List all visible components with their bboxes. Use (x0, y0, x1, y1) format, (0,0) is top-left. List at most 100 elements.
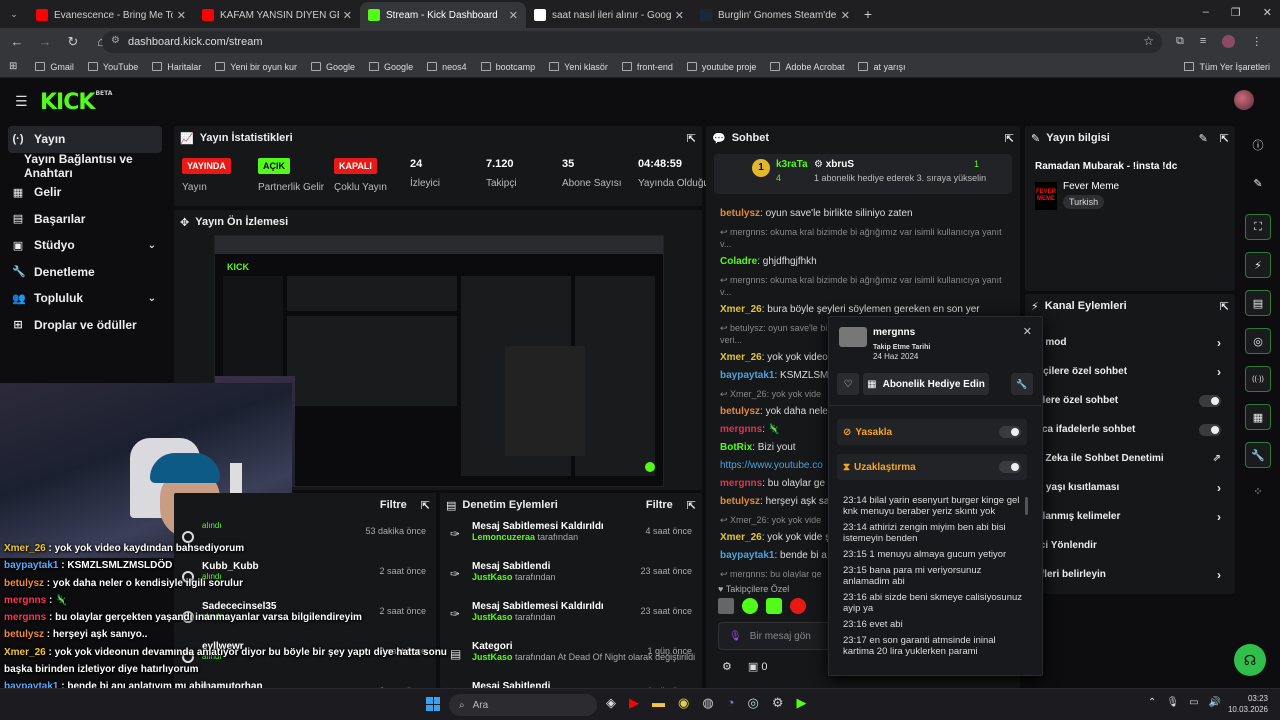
chat-message[interactable]: ↩ mergnns: okuma kral bizimde bi ağrığım… (706, 274, 1020, 298)
all-bookmarks[interactable]: Tüm Yer İşaretleri (1184, 62, 1270, 72)
new-tab-button[interactable]: + (858, 6, 878, 22)
forward-icon[interactable]: → (34, 34, 56, 50)
expand-icon[interactable]: ⛶ (1245, 214, 1271, 240)
sidebar-item[interactable]: (·) Yayın (8, 126, 162, 153)
user-card-name[interactable]: mergnns (873, 327, 915, 338)
category-thumbnail[interactable]: FEVER MEME (1035, 182, 1057, 210)
close-tab-icon[interactable]: ✕ (343, 9, 352, 22)
network-icon[interactable]: ▭ (1189, 697, 1198, 708)
steam-icon[interactable]: ◎ (748, 695, 759, 711)
browser-tab[interactable]: Burglin' Gnomes Steam'de ✕ (692, 2, 858, 28)
sidebar-item[interactable]: 👥 Topluluk ⌄ (0, 285, 170, 312)
bookmark-star-icon[interactable]: ☆ (1143, 34, 1154, 48)
emote[interactable] (790, 598, 806, 614)
mic-icon[interactable]: 🎙 (1166, 697, 1179, 708)
explorer-icon[interactable]: ▬ (652, 695, 665, 711)
chat-username[interactable]: betulysz (720, 406, 760, 417)
help-chat-icon[interactable]: ☊ (1234, 644, 1266, 676)
edit-icon[interactable]: ✎ (1199, 132, 1208, 145)
sidebar-item[interactable]: Yayın Bağlantısı ve Anahtarı (0, 152, 170, 180)
bookmark-item[interactable]: Google (311, 62, 355, 72)
apps-icon[interactable]: ⊞ (9, 61, 17, 72)
youtube-icon[interactable]: ▶ (629, 695, 639, 711)
bookmark-item[interactable]: Gmail (35, 62, 74, 72)
broadcast-icon[interactable]: ((·)) (1245, 366, 1271, 392)
sidebar-item[interactable]: ▤ Başarılar (0, 206, 170, 233)
mod-action-item[interactable]: ✑ Mesaj Sabitlemesi Kaldırıldı JustKaso ta… (440, 601, 702, 637)
bookmark-item[interactable]: Adobe Acrobat (770, 62, 844, 72)
close-tab-icon[interactable]: ✕ (675, 9, 684, 22)
chat-message[interactable]: ↩ mergnns: okuma kral bizimde bi ağrığım… (706, 226, 1020, 250)
settings-icon[interactable]: ⚙ (722, 660, 732, 673)
channel-action-item[interactable]: zca ifadelerle sohbet (1025, 415, 1235, 444)
category-name[interactable]: Fever Meme (1063, 181, 1119, 192)
volume-icon[interactable]: 🔊 (1209, 697, 1221, 708)
sidebar-item[interactable]: ▦ Gelir (0, 179, 170, 206)
hamburger-menu-icon[interactable]: ☰ (15, 93, 28, 110)
kick-logo[interactable]: KICKBETA (40, 90, 112, 115)
sidebar-item[interactable]: ▣ Stüdyo ⌄ (0, 232, 170, 259)
bookmark-item[interactable]: Google (369, 62, 413, 72)
kick-app-icon[interactable]: ▶ (797, 695, 807, 711)
emote-picker-icon[interactable]: 🎙 (729, 631, 742, 642)
extensions-icon[interactable]: ⧉ (1176, 35, 1184, 48)
reload-icon[interactable]: ↻ (62, 34, 84, 50)
toggle-switch[interactable] (1199, 394, 1221, 407)
close-tab-icon[interactable]: ✕ (509, 9, 518, 22)
close-window-icon[interactable]: ✕ (1263, 6, 1272, 19)
bookmark-item[interactable]: at yarışı (858, 62, 905, 72)
channel-action-item[interactable]: ş mod › (1025, 328, 1235, 357)
chat-username[interactable]: Xmer_26 (720, 532, 762, 543)
obs-icon[interactable]: ◍ (702, 695, 713, 711)
close-tab-icon[interactable]: ✕ (177, 9, 186, 22)
chat-username[interactable]: mergnns (720, 478, 762, 489)
bolt-icon[interactable]: ⚡ (1245, 252, 1271, 278)
scrollbar[interactable] (1025, 497, 1028, 515)
chat-username[interactable]: Xmer_26 (720, 352, 762, 363)
discord-icon[interactable]: ◔ (727, 695, 735, 711)
chat-username[interactable]: betulysz (720, 208, 760, 219)
chat-bubble-icon[interactable]: ◎ (1245, 328, 1271, 354)
camera-icon[interactable]: ▦ (1245, 404, 1271, 430)
wrench-icon[interactable]: 🔧 (1245, 442, 1271, 468)
chat-username[interactable]: baypaytak1 (720, 550, 774, 561)
bookmark-item[interactable]: Yeni bir oyun kur (215, 62, 297, 72)
emote[interactable] (718, 598, 734, 614)
channel-action-item[interactable]: rfleri belirleyin › (1025, 560, 1235, 589)
emote[interactable] (742, 598, 758, 614)
media-icon[interactable]: ≡ (1200, 35, 1206, 48)
chat-message[interactable]: Coladre: ghjdfhgjfhkh (706, 256, 1020, 268)
chat-username[interactable]: BotRix (720, 442, 752, 453)
ban-toggle[interactable] (999, 426, 1021, 438)
bookmark-item[interactable]: youtube proje (686, 62, 756, 72)
popout-icon[interactable]: ⇱ (687, 132, 696, 145)
bookmark-item[interactable]: front-end (621, 62, 673, 72)
task-view-icon[interactable]: ◈ (606, 695, 616, 711)
more-actions-button[interactable]: 🔧 (1011, 373, 1033, 395)
popout-icon[interactable]: ⇱ (421, 499, 430, 512)
bookmark-item[interactable]: YouTube (87, 62, 138, 72)
chat-message[interactable]: Xmer_26: bura böyle şeyleri söylemen ger… (706, 304, 1020, 316)
back-icon[interactable]: ← (6, 34, 28, 50)
browser-tab[interactable]: Evanescence - Bring Me To Life ✕ (28, 2, 194, 28)
settings-icon[interactable]: ⚙ (772, 695, 784, 711)
minimize-icon[interactable]: – (1203, 6, 1209, 19)
info-icon[interactable]: ⓘ (1245, 132, 1271, 158)
tray-overflow-icon[interactable]: ⌃ (1148, 697, 1156, 708)
mod-action-item[interactable]: ▤ Kategori JustKaso tarafından At Dead Of … (440, 641, 702, 677)
bookmark-item[interactable]: bootcamp (480, 62, 535, 72)
menu-icon[interactable]: ⋮ (1251, 35, 1262, 48)
document-icon[interactable]: ▤ (1245, 290, 1271, 316)
channel-action-item[interactable]: ici Yönlendir (1025, 531, 1235, 560)
chrome-icon[interactable]: ◉ (678, 695, 689, 711)
emote[interactable] (766, 598, 782, 614)
chat-username[interactable]: mergnns (720, 424, 762, 435)
chat-message[interactable]: betulysz: oyun save'le birlikte siliniyo… (706, 208, 1020, 220)
mod-action-item[interactable]: ✑ Mesaj Sabitlendi JustKaso tarafından 23 s… (440, 561, 702, 597)
mod-filter-button[interactable]: Filtre (646, 499, 673, 511)
bookmark-item[interactable]: Haritalar (152, 62, 201, 72)
browser-tab[interactable]: Stream - Kick Dashboard ✕ (360, 2, 526, 28)
users-icon[interactable]: ⁘ (1245, 478, 1271, 504)
chat-username[interactable]: baypaytak1 (720, 370, 774, 381)
taskbar-search[interactable]: ⌕ Ara (449, 694, 597, 716)
